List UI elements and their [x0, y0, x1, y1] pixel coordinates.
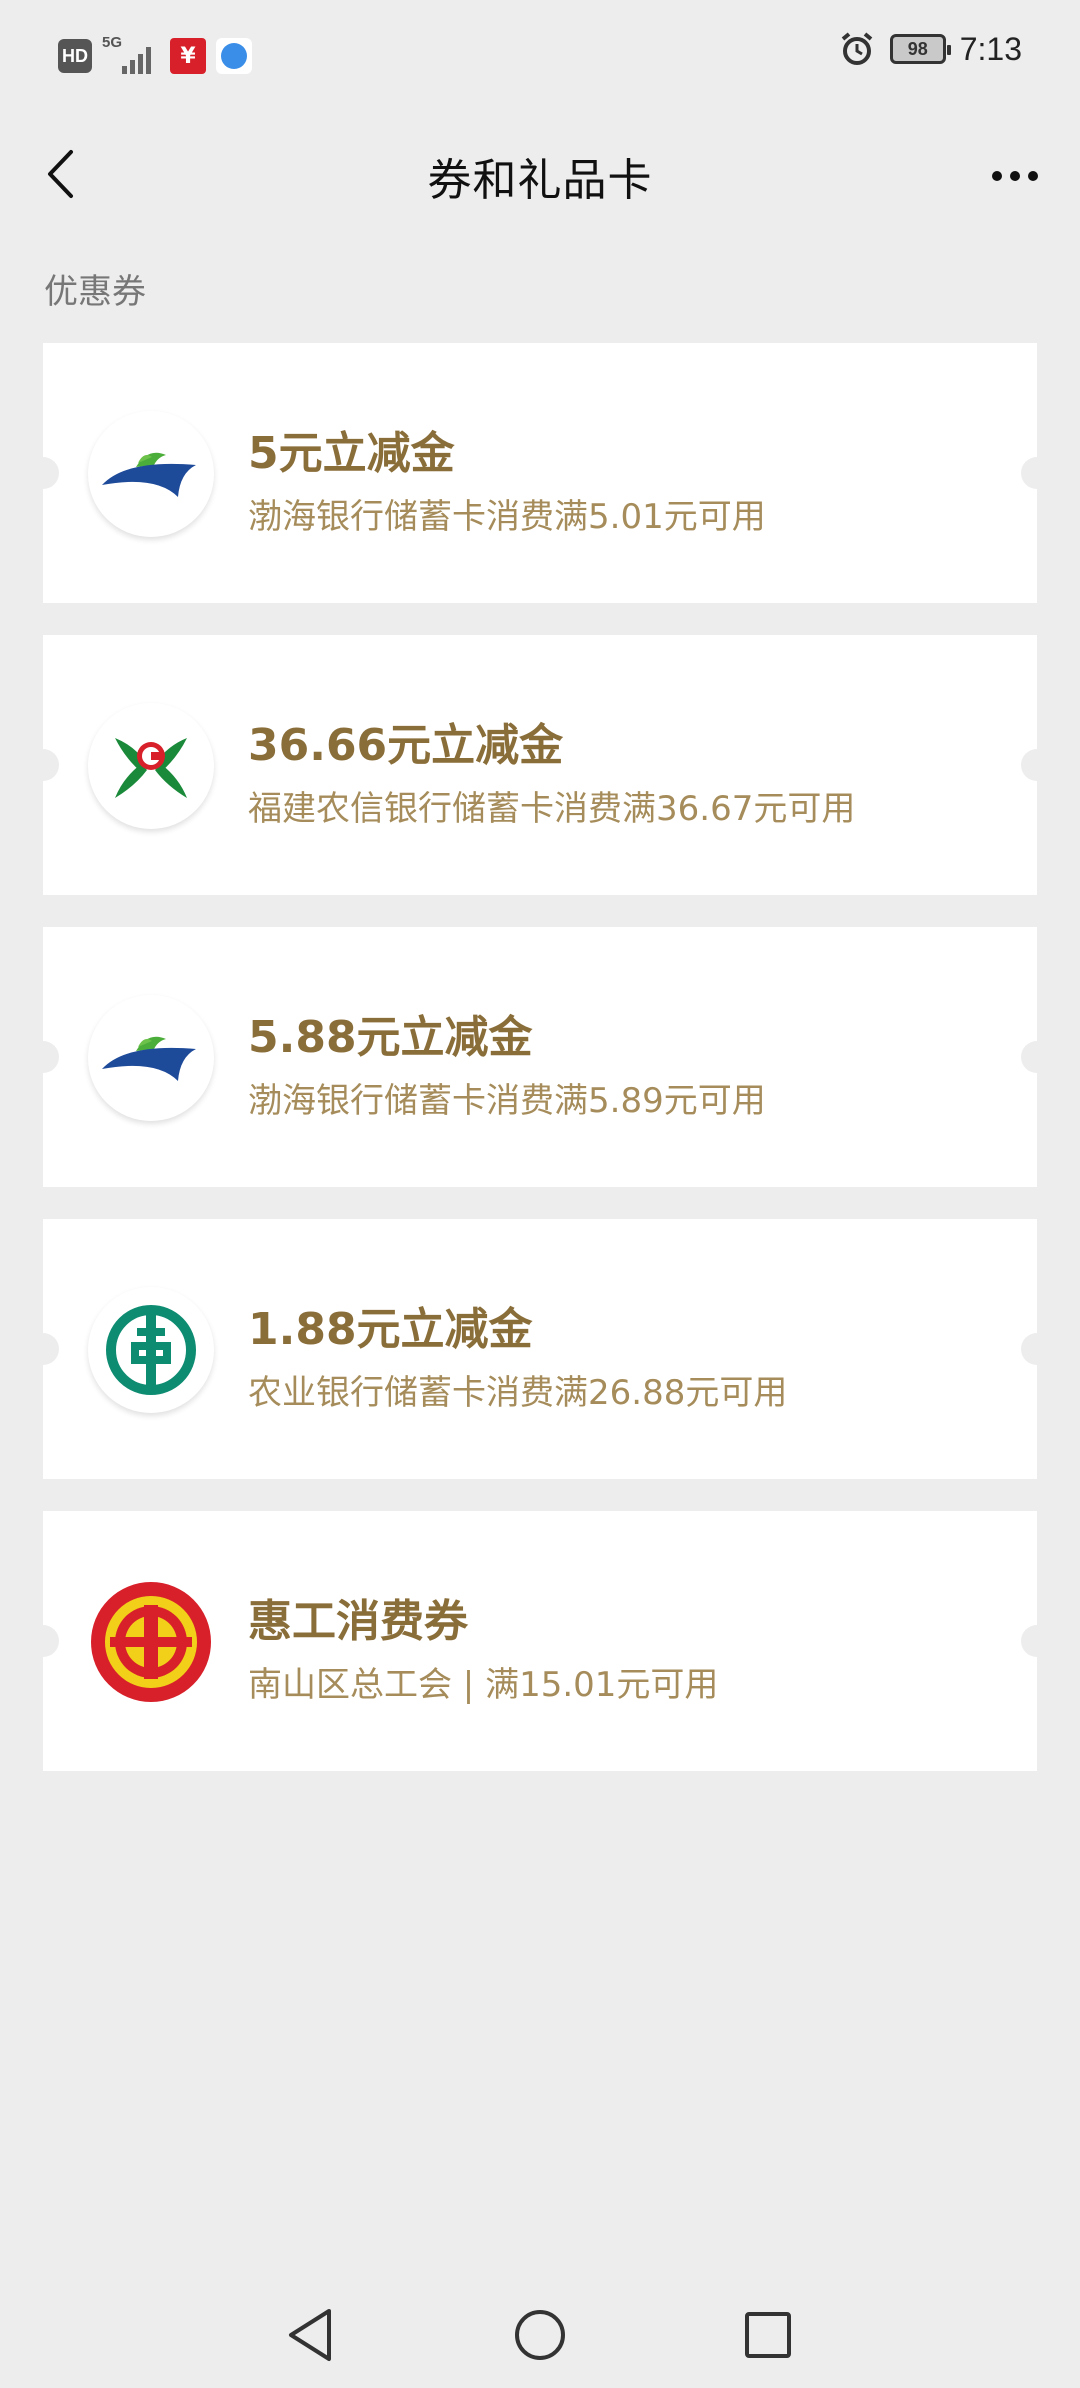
- bohai-bank-logo: [88, 411, 214, 537]
- coupon-title: 惠工消费券: [248, 1596, 468, 1647]
- coupon-description: 渤海银行储蓄卡消费满5.01元可用: [248, 497, 766, 537]
- coupon-description: 农业银行储蓄卡消费满26.88元可用: [248, 1373, 788, 1413]
- page-title: 券和礼品卡: [427, 155, 653, 206]
- status-left: HD 5G ¥: [58, 34, 252, 76]
- nav-home-button[interactable]: [500, 2300, 580, 2370]
- unionpay-app-icon: ¥: [170, 38, 206, 74]
- abc-bank-logo: [88, 1287, 214, 1413]
- coupon-title: 1.88元立减金: [248, 1304, 533, 1355]
- back-triangle-icon: [289, 2309, 331, 2361]
- section-label: 优惠券: [44, 272, 146, 312]
- bohai-bank-logo: [88, 995, 214, 1121]
- status-bar: HD 5G ¥ 98 7:13: [0, 0, 1080, 110]
- browser-app-icon: [216, 38, 252, 74]
- more-button[interactable]: [980, 146, 1050, 206]
- network-type: 5G: [102, 34, 123, 51]
- nav-back-button[interactable]: [270, 2300, 350, 2370]
- more-dots-icon: [992, 171, 1002, 181]
- alarm-icon: [841, 32, 872, 65]
- coupon-card[interactable]: 惠工消费券 南山区总工会 | 满15.01元可用: [27, 1511, 1053, 1771]
- nav-recents-button[interactable]: [728, 2300, 808, 2370]
- coupon-card[interactable]: 36.66元立减金 福建农信银行储蓄卡消费满36.67元可用: [27, 635, 1053, 895]
- hd-icon: HD: [58, 39, 92, 73]
- system-nav-bar: [0, 2280, 1080, 2380]
- coupon-description: 南山区总工会 | 满15.01元可用: [248, 1665, 719, 1705]
- fujian-rural-credit-logo: [88, 703, 214, 829]
- home-circle-icon: [515, 2310, 565, 2360]
- status-right: 98 7:13: [838, 30, 1022, 68]
- recents-square-icon: [745, 2312, 791, 2358]
- coupon-description: 福建农信银行储蓄卡消费满36.67元可用: [248, 789, 856, 829]
- coupon-list: 5元立减金 渤海银行储蓄卡消费满5.01元可用 36.66元立减金 福建农信银行…: [27, 343, 1053, 1803]
- trade-union-logo: [88, 1579, 214, 1705]
- battery-level: 98: [907, 38, 928, 59]
- header: 券和礼品卡: [0, 120, 1080, 230]
- signal-icon: 5G: [102, 34, 160, 76]
- coupon-card[interactable]: 5元立减金 渤海银行储蓄卡消费满5.01元可用: [27, 343, 1053, 603]
- coupon-title: 5.88元立减金: [248, 1012, 533, 1063]
- coupon-title: 36.66元立减金: [248, 720, 564, 771]
- battery-icon: 98: [889, 34, 951, 64]
- coupon-card[interactable]: 5.88元立减金 渤海银行储蓄卡消费满5.89元可用: [27, 927, 1053, 1187]
- coupon-title: 5元立减金: [248, 428, 455, 479]
- coupon-card[interactable]: 1.88元立减金 农业银行储蓄卡消费满26.88元可用: [27, 1219, 1053, 1479]
- coupon-description: 渤海银行储蓄卡消费满5.89元可用: [248, 1081, 766, 1121]
- clock: 7:13: [959, 30, 1022, 67]
